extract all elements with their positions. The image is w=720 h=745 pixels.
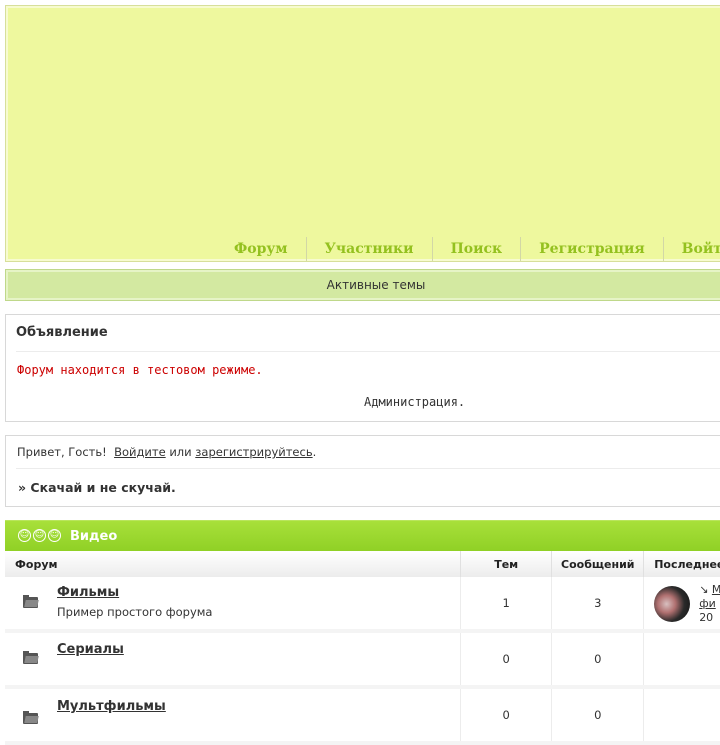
last-post-cell [643,631,720,689]
nav-register-link[interactable]: Регистрация [520,237,663,261]
last-post-date: 20 [699,611,714,624]
smiley-icon: ☺ [18,529,31,542]
posts-count: 0 [551,687,645,745]
column-last-post: Последнее [643,551,720,577]
posts-count: 3 [551,577,645,633]
table-header-row: Форум Тем Сообщений Последнее [5,551,720,577]
register-link[interactable]: зарегистрируйтесь [195,445,312,459]
or-text: или [169,445,192,459]
topics-count: 0 [460,631,553,689]
folder-icon [23,651,39,664]
table-row: Мультфильмы 0 0 [5,687,720,745]
announcement-signature: Администрация. [364,395,466,409]
forum-cell: Фильмы Пример простого форума [5,577,462,633]
main-navigation: Форум Участники Поиск Регистрация Войти [216,236,720,262]
forum-description: Пример простого форума [57,605,213,619]
topics-count: 0 [460,687,553,745]
last-post-cell: ↘ М фи 20 [643,577,720,633]
divider [16,468,720,469]
smiley-icon: ☺ [48,529,61,542]
last-post-link[interactable]: М [712,583,720,596]
announcement-title: Объявление [16,325,108,340]
category-header-video: ☺ ☺ ☺ Видео [5,520,720,552]
forum-link-films[interactable]: Фильмы [57,585,119,600]
forum-link-cartoons[interactable]: Мультфильмы [57,699,166,714]
forum-table: Форум Тем Сообщений Последнее Фильмы При… [5,551,720,745]
column-topics: Тем [460,551,553,577]
active-topics-link[interactable]: Активные темы [5,269,720,301]
divider [16,351,720,352]
avatar[interactable] [654,586,691,622]
nav-forum-link[interactable]: Форум [216,237,306,261]
category-icons: ☺ ☺ ☺ [18,529,61,542]
column-posts: Сообщений [551,551,645,577]
forum-header-banner: Форум Участники Поиск Регистрация Войти [5,5,720,262]
welcome-box: Привет, Гость! Войдите или зарегистрируй… [5,435,720,507]
posts-count: 0 [551,631,645,689]
last-post-cell [643,687,720,745]
period-text: . [312,445,317,459]
announcement-message: Форум находится в тестовом режиме. [17,363,263,377]
login-link[interactable]: Войдите [114,445,166,459]
forum-motto: » Скачай и не скучай. [18,480,176,495]
nav-search-link[interactable]: Поиск [431,237,521,261]
table-row: Фильмы Пример простого форума 1 3 ↘ М фи… [5,577,720,633]
guest-greeting-line: Привет, Гость! Войдите или зарегистрируй… [17,445,316,459]
forum-cell: Сериалы [5,631,462,689]
folder-icon [23,595,39,608]
forum-cell: Мультфильмы [5,687,462,745]
category-title[interactable]: Видео [70,529,117,544]
folder-icon [23,711,39,724]
greeting-text: Привет, Гость! [17,445,107,459]
topics-count: 1 [460,577,553,633]
smiley-icon: ☺ [33,529,46,542]
arrow-icon: ↘ [699,583,709,596]
column-forum: Форум [5,551,462,577]
forum-link-series[interactable]: Сериалы [57,642,124,657]
last-post-info: ↘ М фи 20 [699,583,720,625]
table-row: Сериалы 0 0 [5,631,720,689]
last-post-author-link[interactable]: фи [699,597,716,610]
announcement-box: Объявление Форум находится в тестовом ре… [5,314,720,422]
nav-members-link[interactable]: Участники [305,237,432,261]
nav-login-link[interactable]: Войти [662,237,720,261]
